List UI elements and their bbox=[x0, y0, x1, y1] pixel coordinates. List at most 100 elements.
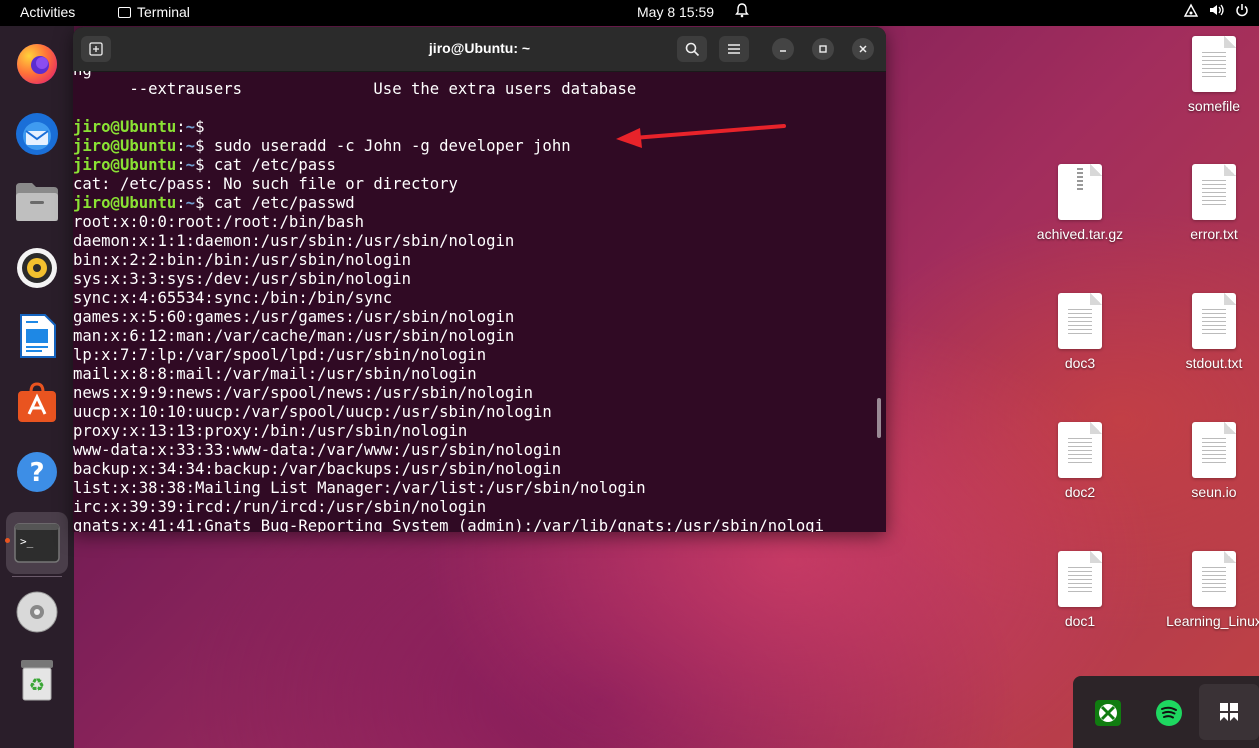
desktop-file-label: doc1 bbox=[1064, 613, 1096, 629]
clock[interactable]: May 8 15:59 bbox=[637, 4, 714, 20]
desktop-file[interactable]: Learning_Linux bbox=[1159, 551, 1259, 629]
text-file-icon bbox=[1192, 293, 1236, 349]
firefox-icon bbox=[13, 40, 61, 88]
desktop-file-label: achived.tar.gz bbox=[1036, 226, 1124, 242]
svg-text:>_: >_ bbox=[20, 535, 34, 548]
terminal-app-icon bbox=[118, 6, 131, 18]
app-center-dock-item[interactable] bbox=[13, 378, 61, 426]
text-file-icon bbox=[1058, 422, 1102, 478]
prompt-user: jiro@Ubuntu bbox=[73, 137, 177, 155]
desktop-file[interactable]: stdout.txt bbox=[1159, 293, 1259, 371]
output-line: www-data:x:33:33:www-data:/var/www:/usr/… bbox=[73, 441, 562, 459]
prompt-path: ~ bbox=[185, 194, 196, 212]
output-line: cat: /etc/pass: No such file or director… bbox=[73, 175, 458, 193]
desktop-file[interactable]: somefile bbox=[1159, 36, 1259, 114]
terminal-dock-item[interactable]: >_ bbox=[6, 512, 68, 574]
command-text: cat /etc/pass bbox=[204, 156, 336, 174]
output-line: lp:x:7:7:lp:/var/spool/lpd:/usr/sbin/nol… bbox=[73, 346, 487, 364]
system-status-menu[interactable] bbox=[1183, 3, 1249, 20]
desktop-file[interactable]: doc2 bbox=[1025, 422, 1135, 500]
desktop-file[interactable]: error.txt bbox=[1159, 164, 1259, 242]
text-file-icon bbox=[1192, 164, 1236, 220]
prompt-line: jiro@Ubuntu:~$ cat /etc/passwd bbox=[73, 194, 355, 212]
output-line: daemon:x:1:1:daemon:/usr/sbin:/usr/sbin/… bbox=[73, 232, 515, 250]
volume-icon bbox=[1209, 3, 1225, 20]
dock-separator bbox=[12, 576, 62, 577]
text-file-icon bbox=[1192, 36, 1236, 92]
thunderbird-icon bbox=[13, 110, 61, 158]
folder-icon bbox=[13, 178, 61, 226]
app-tile[interactable] bbox=[1199, 684, 1259, 740]
writer-dock-item[interactable] bbox=[13, 312, 61, 360]
terminal-window[interactable]: jiro@Ubuntu: ~ ng --extrausers Use the e… bbox=[73, 27, 886, 532]
disc-icon bbox=[13, 588, 61, 636]
output-line: sys:x:3:3:sys:/dev:/usr/sbin/nologin bbox=[73, 270, 411, 288]
output-line: sync:x:4:65534:sync:/bin:/bin/sync bbox=[73, 289, 393, 307]
app-menu[interactable]: Terminal bbox=[118, 4, 190, 20]
desktop-file[interactable]: seun.io bbox=[1159, 422, 1259, 500]
alarm-icon bbox=[735, 3, 749, 21]
output-line: uucp:x:10:10:uucp:/var/spool/uucp:/usr/s… bbox=[73, 403, 552, 421]
prompt-path: ~ bbox=[185, 156, 196, 174]
command-text: sudo useradd -c John -g developer john bbox=[204, 137, 571, 155]
dvd-dock-item[interactable] bbox=[13, 588, 61, 636]
prompt-line: jiro@Ubuntu:~$ cat /etc/pass bbox=[73, 156, 336, 174]
network-icon bbox=[1183, 3, 1199, 20]
power-icon bbox=[1235, 3, 1249, 20]
help-dock-item[interactable]: ? bbox=[13, 448, 61, 496]
minimize-icon bbox=[780, 50, 786, 52]
terminal-icon: >_ bbox=[6, 512, 68, 574]
firefox-dock-item[interactable] bbox=[13, 40, 61, 88]
desktop-file-label: Learning_Linux bbox=[1166, 613, 1259, 629]
desktop-file[interactable]: doc3 bbox=[1025, 293, 1135, 371]
desktop-file-label: doc3 bbox=[1064, 355, 1096, 371]
desktop-file[interactable]: achived.tar.gz bbox=[1025, 164, 1135, 242]
output-line: ng bbox=[73, 71, 878, 80]
help-icon: ? bbox=[13, 448, 61, 496]
output-line: --extrausers Use the extra users databas… bbox=[73, 80, 637, 98]
minimize-button[interactable] bbox=[772, 38, 794, 60]
activities-button[interactable]: Activities bbox=[20, 4, 75, 20]
trash-dock-item[interactable]: ♻ bbox=[13, 656, 61, 704]
rhythmbox-dock-item[interactable] bbox=[13, 244, 61, 292]
annotation-arrow bbox=[616, 124, 786, 148]
desktop-file[interactable]: doc1 bbox=[1025, 551, 1135, 629]
files-dock-item[interactable] bbox=[13, 178, 61, 226]
thunderbird-dock-item[interactable] bbox=[13, 110, 61, 158]
desktop-file-label: doc2 bbox=[1064, 484, 1096, 500]
hamburger-menu-icon bbox=[728, 44, 740, 54]
close-button[interactable] bbox=[852, 38, 874, 60]
close-icon bbox=[859, 45, 867, 53]
scrollbar-thumb[interactable] bbox=[877, 398, 881, 438]
maximize-button[interactable] bbox=[812, 38, 834, 60]
top-bar: Activities Terminal May 8 15:59 bbox=[0, 0, 1259, 26]
output-line: list:x:38:38:Mailing List Manager:/var/l… bbox=[73, 479, 646, 497]
output-line: man:x:6:12:man:/var/cache/man:/usr/sbin/… bbox=[73, 327, 515, 345]
menu-button[interactable] bbox=[719, 36, 749, 62]
tray-overlay bbox=[1073, 676, 1259, 748]
text-file-icon bbox=[1058, 551, 1102, 607]
output-line: irc:x:39:39:ircd:/run/ircd:/usr/sbin/nol… bbox=[73, 498, 487, 516]
xbox-icon[interactable] bbox=[1091, 696, 1125, 730]
desktop-file-label: somefile bbox=[1187, 98, 1241, 114]
output-line: root:x:0:0:root:/root:/bin/bash bbox=[73, 213, 365, 231]
running-indicator bbox=[5, 538, 10, 543]
search-button[interactable] bbox=[677, 36, 707, 62]
document-writer-icon bbox=[13, 312, 61, 360]
prompt-user: jiro@Ubuntu bbox=[73, 156, 177, 174]
prompt-user: jiro@Ubuntu bbox=[73, 118, 177, 136]
output-line: mail:x:8:8:mail:/var/mail:/usr/sbin/nolo… bbox=[73, 365, 477, 383]
output-line: bin:x:2:2:bin:/bin:/usr/sbin/nologin bbox=[73, 251, 411, 269]
output-line: gnats:x:41:41:Gnats Bug-Reporting System… bbox=[73, 517, 825, 532]
command-text: cat /etc/passwd bbox=[204, 194, 355, 212]
desktop-file-label: error.txt bbox=[1190, 226, 1238, 242]
output-line: backup:x:34:34:backup:/var/backups:/usr/… bbox=[73, 460, 562, 478]
terminal-headerbar[interactable]: jiro@Ubuntu: ~ bbox=[73, 27, 886, 72]
svg-text:♻: ♻ bbox=[29, 675, 45, 696]
spotify-icon[interactable] bbox=[1152, 696, 1186, 730]
svg-text:?: ? bbox=[29, 458, 44, 488]
text-file-icon bbox=[1192, 551, 1236, 607]
search-icon bbox=[685, 42, 699, 56]
prompt-user: jiro@Ubuntu bbox=[73, 194, 177, 212]
